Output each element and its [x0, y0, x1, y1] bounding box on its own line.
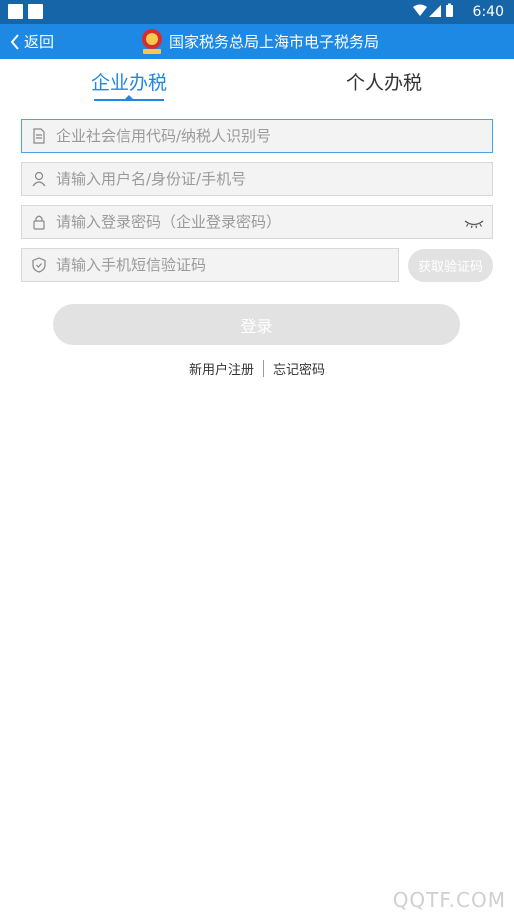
username-input[interactable]: [56, 163, 492, 195]
username-field: [21, 162, 493, 196]
app-header: 返回 国家税务总局上海市电子税务局: [0, 24, 514, 59]
credit-code-field: [21, 119, 493, 153]
page-title: 国家税务总局上海市电子税务局: [169, 33, 380, 51]
link-divider: [263, 360, 264, 377]
shield-icon: [22, 257, 56, 273]
back-button[interactable]: 返回: [10, 24, 54, 59]
status-bar: 6:40: [0, 0, 514, 24]
document-icon: [22, 128, 56, 144]
notification-icon: [28, 4, 43, 19]
login-button[interactable]: 登录: [53, 304, 460, 345]
status-icons: [412, 3, 456, 23]
forgot-password-link[interactable]: 忘记密码: [273, 359, 325, 378]
chevron-left-icon: [10, 33, 19, 50]
password-field: [21, 205, 493, 239]
active-tab-caret: [125, 95, 133, 99]
credit-code-input[interactable]: [56, 120, 492, 152]
tax-emblem-icon: [142, 28, 162, 54]
sms-code-input[interactable]: [56, 249, 398, 281]
tab-enterprise[interactable]: 企业办税: [91, 68, 167, 95]
active-tab-indicator: [94, 99, 164, 101]
tab-bar: 企业办税 个人办税: [0, 62, 514, 104]
password-input[interactable]: [56, 206, 492, 238]
user-icon: [22, 171, 56, 187]
wifi-signal-battery-icon: [413, 3, 453, 17]
get-sms-code-button[interactable]: 获取验证码: [408, 249, 493, 282]
header-title-group: 国家税务总局上海市电子税务局: [139, 24, 379, 59]
status-time: 6:40: [472, 4, 504, 20]
back-label: 返回: [24, 33, 55, 51]
tab-personal[interactable]: 个人办税: [346, 68, 422, 95]
lock-icon: [22, 214, 56, 230]
eye-closed-icon[interactable]: [464, 215, 484, 234]
notification-icon: [8, 4, 23, 19]
account-links: 新用户注册 忘记密码: [0, 359, 514, 378]
register-link[interactable]: 新用户注册: [189, 359, 254, 378]
sms-code-field: [21, 248, 399, 282]
watermark: QQTF.COM: [392, 888, 506, 912]
